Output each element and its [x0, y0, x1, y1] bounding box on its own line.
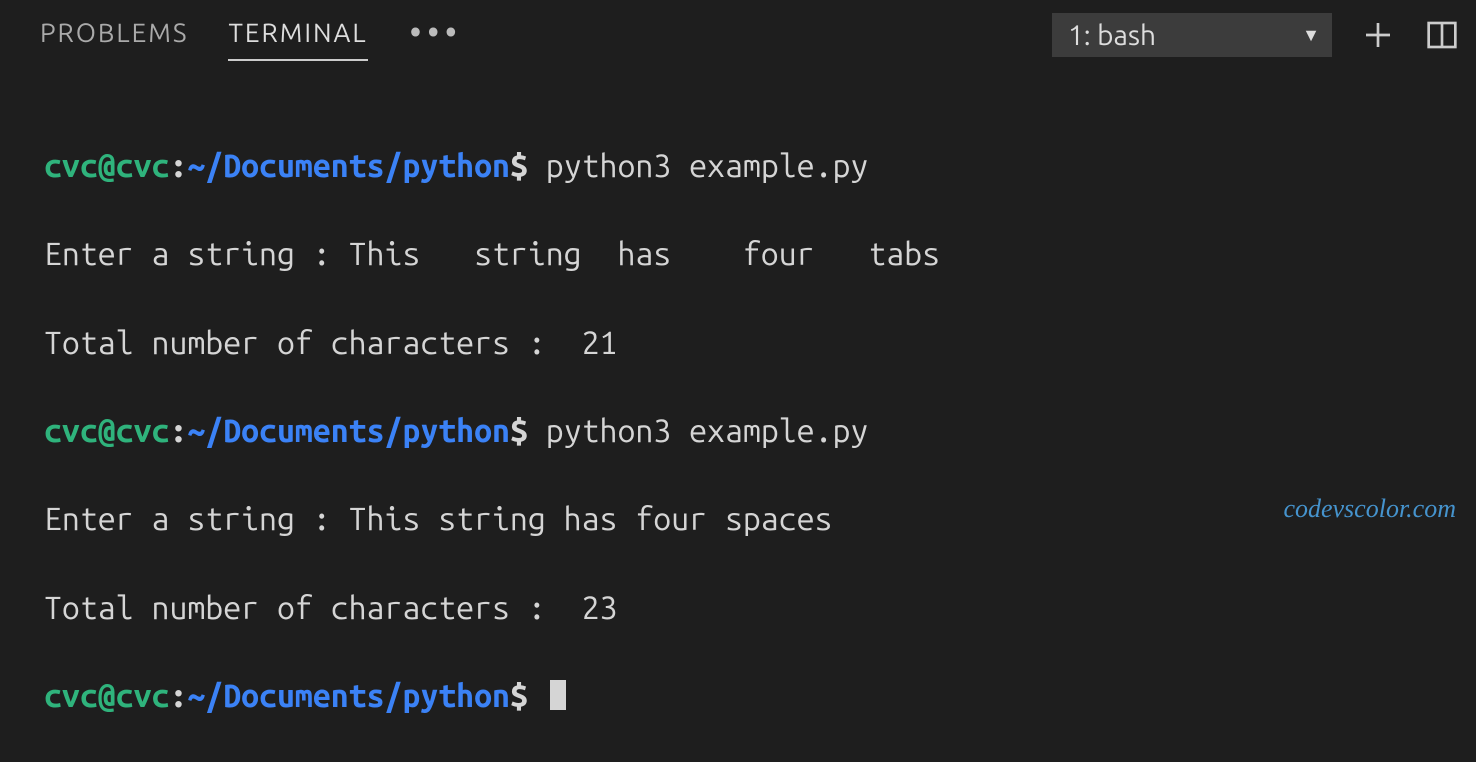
panel-header: PROBLEMS TERMINAL ••• 1: bash ▼: [0, 0, 1476, 70]
terminal-output[interactable]: cvc@cvc:~/Documents/python$ python3 exam…: [0, 70, 1476, 762]
split-pane-icon: [1426, 19, 1458, 51]
new-terminal-button[interactable]: [1360, 17, 1396, 53]
shell-selected-label: 1: bash: [1068, 20, 1156, 51]
chevron-down-icon: ▼: [1302, 25, 1320, 46]
split-terminal-button[interactable]: [1424, 17, 1460, 53]
plus-icon: [1362, 19, 1394, 51]
terminal-line: Enter a string : This string has four ta…: [44, 232, 1432, 276]
prompt-sep2: $: [510, 678, 528, 714]
terminal-line: Enter a string : This string has four sp…: [44, 497, 1432, 541]
terminal-line: cvc@cvc:~/Documents/python$ python3 exam…: [44, 144, 1432, 188]
terminal-line: cvc@cvc:~/Documents/python$: [44, 674, 1432, 718]
tab-terminal[interactable]: TERMINAL: [228, 10, 367, 61]
prompt-user: cvc@cvc: [44, 413, 169, 449]
terminal-line: Total number of characters : 23: [44, 586, 1432, 630]
prompt-path: ~/Documents/python: [187, 413, 510, 449]
prompt-sep2: $: [510, 148, 528, 184]
command-text: python3 example.py: [528, 148, 868, 184]
prompt-sep1: :: [169, 678, 187, 714]
watermark: codevscolor.com: [1283, 494, 1456, 524]
prompt-user: cvc@cvc: [44, 148, 169, 184]
prompt-sep1: :: [169, 148, 187, 184]
terminal-line: Total number of characters : 21: [44, 321, 1432, 365]
shell-selector[interactable]: 1: bash ▼: [1052, 13, 1332, 57]
command-text: python3 example.py: [528, 413, 868, 449]
tab-problems[interactable]: PROBLEMS: [40, 10, 188, 61]
prompt-path: ~/Documents/python: [187, 678, 510, 714]
terminal-line: cvc@cvc:~/Documents/python$ python3 exam…: [44, 409, 1432, 453]
terminal-cursor: [550, 680, 566, 710]
ellipsis-icon[interactable]: •••: [408, 17, 461, 54]
header-right: 1: bash ▼: [1052, 13, 1460, 57]
prompt-sep2: $: [510, 413, 528, 449]
prompt-path: ~/Documents/python: [187, 148, 510, 184]
prompt-user: cvc@cvc: [44, 678, 169, 714]
prompt-sep1: :: [169, 413, 187, 449]
